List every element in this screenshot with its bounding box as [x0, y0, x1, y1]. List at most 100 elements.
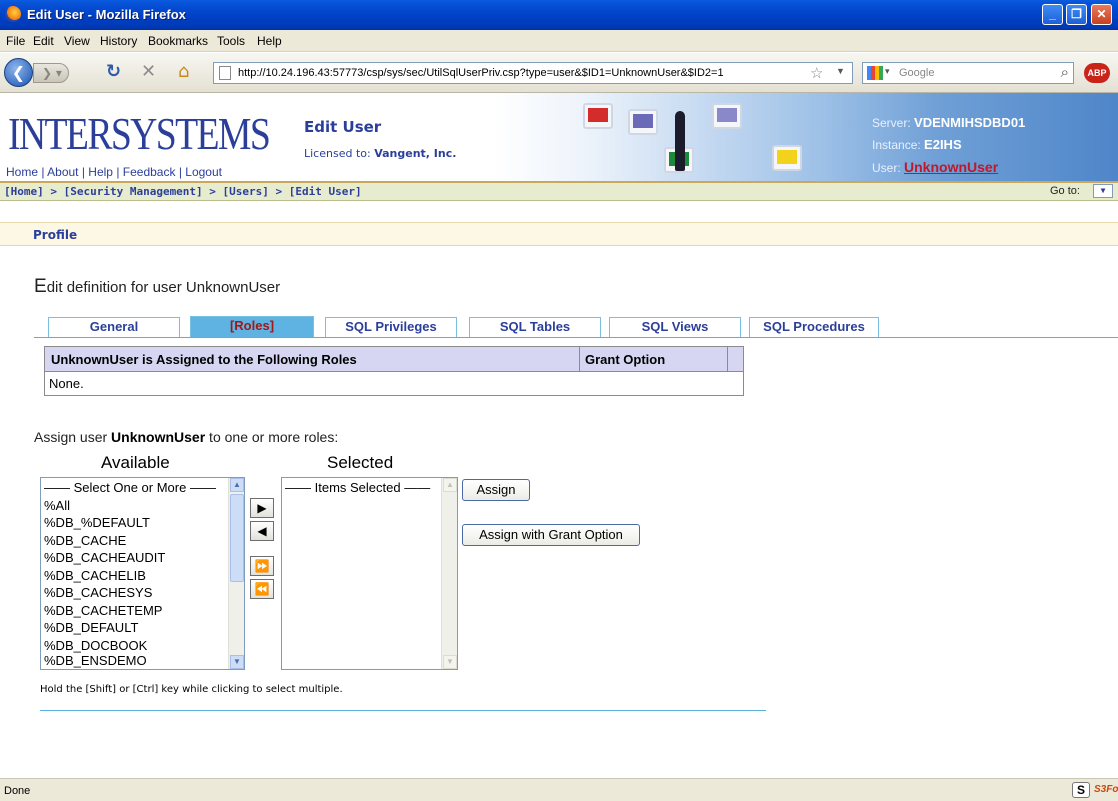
list-item[interactable]: %DB_ENSDEMO: [44, 653, 147, 669]
search-icon[interactable]: ⌕: [1061, 64, 1069, 81]
home-icon[interactable]: ⌂: [178, 62, 189, 82]
scroll-down-icon[interactable]: ▼: [443, 655, 457, 669]
goto-dropdown[interactable]: ▼: [1093, 184, 1113, 198]
back-button[interactable]: ❮: [4, 58, 33, 87]
logout-link[interactable]: Logout: [185, 165, 222, 179]
search-box[interactable]: ▾ Google ⌕: [862, 62, 1074, 84]
menu-bar: File Edit View History Bookmarks Tools H…: [0, 30, 1118, 52]
profile-link[interactable]: Profile: [33, 228, 77, 242]
list-item[interactable]: %All: [44, 498, 70, 515]
scroll-down-icon[interactable]: ▼: [230, 655, 244, 669]
maximize-button[interactable]: ❐: [1066, 4, 1087, 25]
bookmark-star-icon[interactable]: ☆: [810, 64, 823, 82]
instance-value: E2IHS: [924, 137, 962, 152]
move-left-button[interactable]: ◀: [250, 521, 274, 541]
tab-roles[interactable]: [Roles]: [190, 316, 314, 338]
intersystems-logo: INTERSYSTEMS: [8, 108, 271, 159]
menu-edit[interactable]: Edit: [33, 34, 54, 48]
list-item[interactable]: %DB_CACHESYS: [44, 585, 152, 602]
selected-scrollbar[interactable]: ▲ ▼: [441, 478, 457, 669]
stop-icon[interactable]: ✕: [141, 62, 156, 82]
menu-tools[interactable]: Tools: [217, 34, 245, 48]
google-icon[interactable]: [867, 66, 883, 80]
minimize-button[interactable]: _: [1042, 4, 1063, 25]
tab-general[interactable]: General: [48, 317, 180, 337]
help-link[interactable]: Help: [88, 165, 113, 179]
goto-label: Go to:: [1050, 185, 1080, 197]
scroll-up-icon[interactable]: ▲: [230, 478, 244, 492]
about-link[interactable]: About: [47, 165, 78, 179]
breadcrumb-path[interactable]: [Home] > [Security Management] > [Users]…: [4, 185, 362, 198]
server-info: Server: VDENMIHSDBD01 Instance: E2IHS Us…: [872, 115, 1025, 181]
selected-roles-listbox[interactable]: —— Items Selected —— ▲ ▼: [281, 477, 458, 670]
available-scrollbar[interactable]: ▲ ▼: [228, 478, 244, 669]
breadcrumb: [Home] > [Security Management] > [Users]…: [0, 183, 1118, 201]
edit-heading: Edit definition for user UnknownUser: [34, 276, 280, 298]
move-all-left-button[interactable]: ⏪: [250, 579, 274, 599]
s3-icon[interactable]: S: [1072, 782, 1090, 798]
scroll-up-icon[interactable]: ▲: [443, 478, 457, 492]
status-bar: Done S S3Fox: [0, 778, 1118, 801]
url-dropdown-icon[interactable]: ▼: [836, 66, 845, 76]
assign-suffix: to one or more roles:: [205, 429, 339, 445]
home-link[interactable]: Home: [6, 165, 38, 179]
server-label: Server:: [872, 116, 911, 130]
tabs-underline: [34, 337, 1118, 338]
forward-button[interactable]: ❯ ▾: [33, 63, 69, 83]
heading-text: dit definition for user UnknownUser: [46, 279, 281, 296]
url-text: http://10.24.196.43:57773/csp/sys/sec/Ut…: [238, 67, 724, 79]
list-item[interactable]: —— Items Selected ——: [285, 480, 430, 497]
assign-user: UnknownUser: [111, 429, 206, 445]
licensed-value: Vangent, Inc.: [374, 147, 457, 160]
list-item[interactable]: %DB_CACHE: [44, 533, 126, 550]
list-item[interactable]: —— Select One or More ——: [44, 480, 216, 497]
status-text: Done: [4, 785, 31, 797]
tab-sql-procedures[interactable]: SQL Procedures: [749, 317, 879, 337]
list-item[interactable]: %DB_CACHEAUDIT: [44, 550, 165, 567]
page-title: Edit User: [304, 118, 382, 136]
scroll-thumb[interactable]: [230, 494, 244, 582]
page-icon: [219, 66, 231, 80]
address-bar[interactable]: http://10.24.196.43:57773/csp/sys/sec/Ut…: [213, 62, 853, 84]
section-divider: [40, 710, 766, 711]
assign-prefix: Assign user: [34, 429, 112, 445]
roles-empty-row: None.: [49, 376, 84, 391]
user-label: User:: [872, 161, 901, 175]
list-item[interactable]: %DB_CACHELIB: [44, 568, 146, 585]
list-item[interactable]: %DB_DEFAULT: [44, 620, 138, 637]
reload-icon[interactable]: ↻: [106, 62, 121, 82]
assign-button[interactable]: Assign: [462, 479, 530, 501]
tab-sql-privileges[interactable]: SQL Privileges: [325, 317, 457, 337]
license-info: Licensed to: Vangent, Inc.: [304, 147, 456, 160]
close-button[interactable]: ✕: [1091, 4, 1112, 25]
assign-with-grant-button[interactable]: Assign with Grant Option: [462, 524, 640, 546]
multi-select-hint: Hold the [Shift] or [Ctrl] key while cli…: [40, 684, 343, 695]
move-right-button[interactable]: ▶: [250, 498, 274, 518]
tab-sql-views[interactable]: SQL Views: [609, 317, 741, 337]
navigation-toolbar: ❮ ❯ ▾ ↻ ✕ ⌂ http://10.24.196.43:57773/cs…: [0, 53, 1118, 93]
search-placeholder: Google: [899, 67, 935, 79]
menu-view[interactable]: View: [64, 34, 90, 48]
selected-title: Selected: [327, 453, 394, 472]
roles-table: UnknownUser is Assigned to the Following…: [44, 346, 744, 396]
available-title: Available: [101, 453, 170, 472]
adblock-button[interactable]: ABP: [1084, 63, 1110, 83]
move-all-right-button[interactable]: ⏩: [250, 556, 274, 576]
menu-file[interactable]: File: [6, 34, 25, 48]
window-title: Edit User - Mozilla Firefox: [27, 7, 186, 22]
available-roles-listbox[interactable]: —— Select One or More —— %All %DB_%DEFAU…: [40, 477, 245, 670]
roles-column-header: UnknownUser is Assigned to the Following…: [51, 352, 357, 367]
list-item[interactable]: %DB_CACHETEMP: [44, 603, 162, 620]
menu-bookmarks[interactable]: Bookmarks: [148, 34, 208, 48]
monitor-graphic: [772, 145, 802, 171]
list-item[interactable]: %DB_%DEFAULT: [44, 515, 150, 532]
menu-help[interactable]: Help: [257, 34, 282, 48]
current-user-link[interactable]: UnknownUser: [904, 159, 998, 175]
search-engine-dropdown-icon[interactable]: ▾: [885, 66, 890, 77]
feedback-link[interactable]: Feedback: [123, 165, 176, 179]
menu-history[interactable]: History: [100, 34, 137, 48]
tab-sql-tables[interactable]: SQL Tables: [469, 317, 601, 337]
s3fox-label[interactable]: S3Fox: [1094, 784, 1118, 795]
grant-option-column-header: Grant Option: [585, 352, 666, 367]
monitor-graphic: [712, 103, 742, 129]
